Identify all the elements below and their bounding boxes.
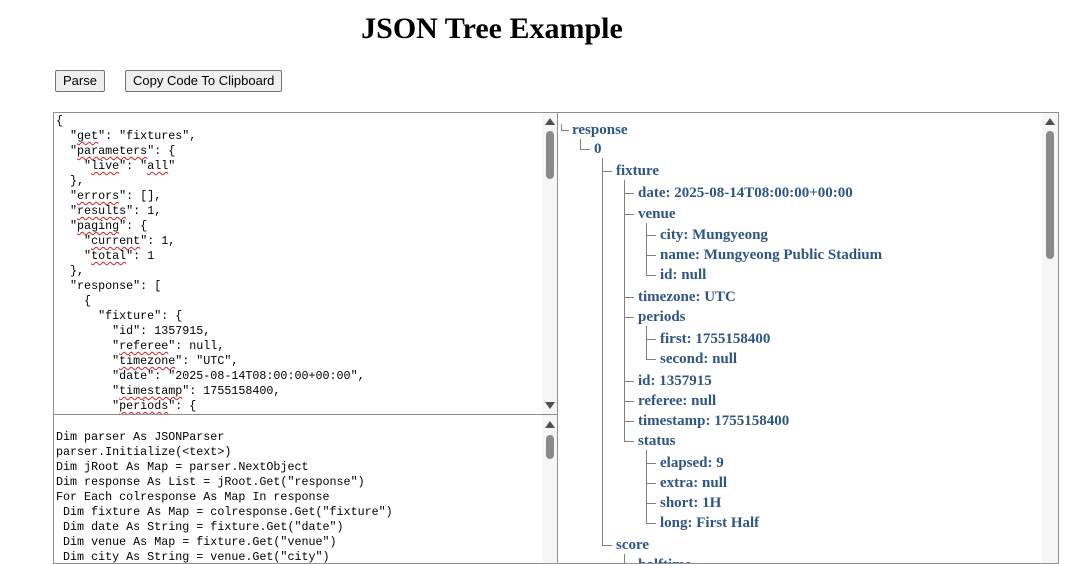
tree-scrollbar[interactable] [1042,113,1058,563]
tree-connector [624,214,634,215]
tree-connector [646,255,656,256]
tree-node[interactable]: venue [638,205,676,223]
json-line: "get": "fixtures", [56,129,197,143]
tree-connector [624,193,634,194]
code-line: Dim response As List = jRoot.Get("respon… [56,475,365,489]
code-line: parser.Initialize(<text>) [56,445,232,459]
scroll-thumb[interactable] [546,131,554,179]
copy-code-button[interactable]: Copy Code To Clipboard [125,70,283,92]
tree-node[interactable]: city: Mungyeong [660,226,768,244]
json-line: "timestamp": 1755158400, [56,384,281,398]
json-line: { [56,294,92,308]
code-line: Dim jRoot As Map = parser.NextObject [56,460,309,474]
code-line: For Each colresponse As Map In response [56,490,330,504]
json-line: "date": "2025-08-14T08:00:00+00:00", [56,369,365,383]
json-line: "referee": null, [56,339,225,353]
tree-node[interactable]: 0 [594,140,602,158]
tree-connector [624,317,634,318]
code-text: Dim parser As JSONParser parser.Initializ… [56,430,393,564]
code-line: Dim venue As Map = fixture.Get("venue") [56,535,337,549]
scroll-up-arrow-icon[interactable] [545,118,555,125]
tree-connector [646,483,656,484]
json-line: "live": "all" [56,159,176,173]
code-line: Dim city As String = venue.Get("city") [56,550,330,564]
tree-connector [646,326,647,359]
scroll-thumb[interactable] [546,435,554,459]
tree-connector [646,503,656,504]
tree-connector [624,381,634,382]
code-line: Dim date As String = fixture.Get("date") [56,520,344,534]
tree-node[interactable]: elapsed: 9 [660,454,724,472]
json-line: }, [56,264,85,278]
tree-connector [624,441,634,442]
tree-node[interactable]: referee: null [638,392,716,410]
json-line: "total": 1 [56,249,155,263]
tree-connector [624,180,625,441]
tree-node[interactable]: long: First Half [660,514,759,532]
tree-connector [646,450,647,523]
parse-button[interactable]: Parse [55,70,105,92]
json-line: "timezone": "UTC", [56,354,239,368]
json-line: "id": 1357915, [56,324,211,338]
json-line: "response": [ [56,279,162,293]
tree-connector [580,139,581,149]
json-input-textarea[interactable]: { "get": "fixtures", "parameters": { "li… [53,112,558,415]
tree-connector [646,275,656,276]
tree-connector [646,523,656,524]
json-line: "periods": { [56,399,197,413]
tree-node[interactable]: status [638,432,676,450]
tree-node[interactable]: extra: null [660,474,727,492]
code-line: Dim parser As JSONParser [56,430,225,444]
code-scrollbar[interactable] [542,415,558,563]
scroll-up-arrow-icon[interactable] [545,421,555,428]
code-line: Dim fixture As Map = colresponse.Get("fi… [56,505,393,519]
json-line: { [56,114,64,128]
tree-node[interactable]: response [572,121,628,139]
tree-node[interactable]: second: null [660,350,737,368]
json-text: { "get": "fixtures", "parameters": { "li… [56,114,365,414]
tree-node[interactable]: timestamp: 1755158400 [638,412,789,430]
scroll-thumb[interactable] [1046,131,1054,259]
tree-connector [602,171,612,172]
tree-connector [646,359,656,360]
tree-connector [646,235,656,236]
tree-connector [602,158,603,545]
tree-node[interactable]: fixture [616,162,659,180]
tree-connector [646,223,647,275]
json-scrollbar[interactable] [542,113,558,414]
scroll-down-arrow-icon[interactable] [545,402,555,409]
json-line: "fixture": { [56,309,183,323]
tree-connector [602,545,612,546]
json-line: "paging": { [56,219,148,233]
tree-node[interactable]: halftime [638,556,691,563]
json-line: "results": 1, [56,204,162,218]
json-line: "current": 1, [56,234,176,248]
tree-connector [624,297,634,298]
json-tree-view[interactable]: response 0 fixture date: 2025-08-14T08:00:0… [557,112,1059,564]
tree-node[interactable]: score [616,536,649,554]
tree-node[interactable]: id: null [660,266,706,284]
tree-node[interactable]: first: 1755158400 [660,330,770,348]
tree-connector [624,554,625,563]
tree-content: response 0 fixture date: 2025-08-14T08:00:0… [558,113,1044,563]
tree-connector [561,130,569,131]
generated-code-textarea[interactable]: Dim parser As JSONParser parser.Initializ… [53,414,558,564]
tree-node[interactable]: timezone: UTC [638,288,736,306]
tree-node[interactable]: date: 2025-08-14T08:00:00+00:00 [638,184,853,202]
tree-node[interactable]: name: Mungyeong Public Stadium [660,246,882,264]
tree-node[interactable]: periods [638,308,686,326]
tree-connector [646,463,656,464]
tree-node[interactable]: id: 1357915 [638,372,712,390]
json-line: "errors": [], [56,189,162,203]
scroll-up-arrow-icon[interactable] [1045,118,1055,125]
json-line: }, [56,174,85,188]
tree-connector [646,339,656,340]
tree-connector [624,401,634,402]
json-line: "parameters": { [56,144,176,158]
tree-connector [624,421,634,422]
tree-connector [580,149,590,150]
tree-node[interactable]: short: 1H [660,494,721,512]
page-title: JSON Tree Example [361,12,623,45]
